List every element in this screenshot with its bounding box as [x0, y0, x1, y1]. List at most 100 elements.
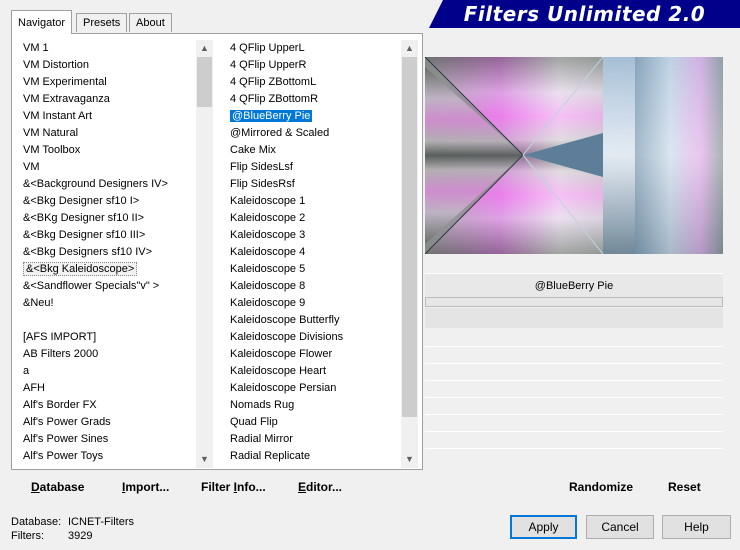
list-item[interactable]: Flip SidesRsf	[228, 176, 401, 193]
list-item[interactable]: Kaleidoscope 2	[228, 210, 401, 227]
filter-info-button[interactable]: Filter Info...	[201, 480, 266, 494]
list-item[interactable]: Alf's Power Sines	[21, 431, 196, 448]
tab-presets[interactable]: Presets	[76, 13, 128, 32]
list-item-label: Kaleidoscope Persian	[230, 382, 337, 394]
list-item[interactable]: 4 QFlip ZBottomR	[228, 91, 401, 108]
list-item[interactable]: &<Sandflower Specials"v" >	[21, 278, 196, 295]
list-item[interactable]: Flip SidesLsf	[228, 159, 401, 176]
list-item[interactable]: AB Filters 2000	[21, 346, 196, 363]
filters-count-value: 3929	[68, 530, 93, 542]
list-item[interactable]: Kaleidoscope 8	[228, 278, 401, 295]
parameter-area	[425, 307, 723, 468]
filter-scroll-thumb[interactable]	[402, 57, 417, 417]
cancel-button[interactable]: Cancel	[586, 515, 654, 539]
list-item[interactable]: &<Bkg Designers sf10 IV>	[21, 244, 196, 261]
list-item-label: Radial Replicate	[230, 450, 311, 462]
list-item[interactable]: @Mirrored & Scaled	[228, 125, 401, 142]
list-item[interactable]: Quad Flip	[228, 414, 401, 431]
category-scroll-thumb[interactable]	[197, 57, 212, 107]
parameter-divider	[425, 346, 723, 347]
list-item[interactable]: Alf's Border FX	[21, 397, 196, 414]
list-item-label: &<Bkg Designers sf10 IV>	[23, 246, 153, 258]
randomize-button[interactable]: Randomize	[569, 480, 633, 494]
database-value: ICNET-Filters	[68, 516, 134, 528]
list-item[interactable]: Nomads Rug	[228, 397, 401, 414]
list-item[interactable]: 4 QFlip ZBottomL	[228, 74, 401, 91]
category-list[interactable]: VM 1 VM Distortion VM Experimental VM Extra…	[21, 40, 196, 468]
list-item[interactable]: VM Toolbox	[21, 142, 196, 159]
list-item[interactable]: Kaleidoscope 5	[228, 261, 401, 278]
list-item[interactable]: VM Natural	[21, 125, 196, 142]
list-item[interactable]: &<Bkg Designer sf10 III>	[21, 227, 196, 244]
list-item[interactable]: Kaleidoscope 1	[228, 193, 401, 210]
list-item-label: Cake Mix	[230, 144, 276, 156]
list-item[interactable]: VM 1	[21, 40, 196, 57]
list-item-label: &<BKg Designer sf10 II>	[23, 212, 145, 224]
filter-list[interactable]: 4 QFlip UpperL 4 QFlip UpperR 4 QFlip ZBot…	[228, 40, 401, 468]
list-item[interactable]: AFH	[21, 380, 196, 397]
list-item[interactable]: Alf's Power Toys	[21, 448, 196, 465]
list-item[interactable]: Cake Mix	[228, 142, 401, 159]
list-item-label: VM	[23, 161, 40, 173]
list-item-label: VM Extravaganza	[23, 93, 110, 105]
list-item[interactable]: &<Background Designers IV>	[21, 176, 196, 193]
scroll-up-arrow-icon[interactable]: ▲	[196, 40, 213, 57]
scroll-up-arrow-icon[interactable]: ▲	[401, 40, 418, 57]
list-item[interactable]: VM Experimental	[21, 74, 196, 91]
editor-button[interactable]: Editor...	[298, 480, 342, 494]
list-item[interactable]: Kaleidoscope Butterfly	[228, 312, 401, 329]
list-item-label: 4 QFlip UpperL	[230, 42, 305, 54]
filter-scrollbar[interactable]: ▲ ▼	[401, 40, 418, 468]
list-item[interactable]: VM Instant Art	[21, 108, 196, 125]
list-item-label: &<Bkg Designer sf10 I>	[23, 195, 140, 207]
tab-navigator[interactable]: Navigator	[11, 10, 73, 34]
list-item-label: &<Bkg Designer sf10 III>	[23, 229, 146, 241]
database-label: Database:	[11, 516, 62, 528]
apply-button[interactable]: Apply	[510, 515, 577, 539]
list-item-label: 4 QFlip UpperR	[230, 59, 307, 71]
list-item[interactable]: Kaleidoscope Persian	[228, 380, 401, 397]
reset-button[interactable]: Reset	[668, 480, 701, 494]
list-item-label: Kaleidoscope Flower	[230, 348, 333, 360]
list-item-label: Nomads Rug	[230, 399, 295, 411]
list-item[interactable]: VM Distortion	[21, 57, 196, 74]
import-button[interactable]: Import...	[122, 480, 169, 494]
list-item-label: @BlueBerry Pie	[228, 109, 314, 123]
list-item-label: @Mirrored & Scaled	[230, 127, 330, 139]
list-item[interactable]: Kaleidoscope 9	[228, 295, 401, 312]
list-item[interactable]: @BlueBerry Pie	[228, 108, 401, 125]
list-item[interactable]: Kaleidoscope Heart	[228, 363, 401, 380]
list-item[interactable]: Radial Replicate	[228, 448, 401, 465]
scroll-down-arrow-icon[interactable]: ▼	[196, 451, 213, 468]
database-button[interactable]: Database	[31, 480, 84, 494]
list-item[interactable]: [AFS IMPORT]	[21, 329, 196, 346]
list-item-label: 4 QFlip ZBottomR	[230, 93, 319, 105]
selected-filter-name: @BlueBerry Pie	[425, 273, 723, 299]
list-item[interactable]: Kaleidoscope Flower	[228, 346, 401, 363]
list-item-label: VM Experimental	[23, 76, 107, 88]
list-item[interactable]	[21, 312, 196, 329]
list-item[interactable]: a	[21, 363, 196, 380]
scroll-down-arrow-icon[interactable]: ▼	[401, 451, 418, 468]
list-item[interactable]: Kaleidoscope 3	[228, 227, 401, 244]
list-item[interactable]: &<BKg Designer sf10 II>	[21, 210, 196, 227]
parameter-divider	[425, 431, 723, 432]
list-item[interactable]: 4 QFlip UpperL	[228, 40, 401, 57]
list-item[interactable]: VM	[21, 159, 196, 176]
list-item[interactable]: Alf's Power Grads	[21, 414, 196, 431]
list-item-label: Kaleidoscope Divisions	[230, 331, 344, 343]
list-item-label: Flip SidesLsf	[230, 161, 293, 173]
list-item[interactable]: &<Bkg Designer sf10 I>	[21, 193, 196, 210]
help-button[interactable]: Help	[662, 515, 731, 539]
list-item[interactable]: Radial Mirror	[228, 431, 401, 448]
list-item-label: Kaleidoscope 8	[230, 280, 306, 292]
list-item[interactable]: 4 QFlip UpperR	[228, 57, 401, 74]
category-scrollbar[interactable]: ▲ ▼	[196, 40, 213, 468]
list-item[interactable]: Kaleidoscope 4	[228, 244, 401, 261]
list-item[interactable]: &<Bkg Kaleidoscope>	[21, 261, 196, 278]
tab-about[interactable]: About	[129, 13, 172, 32]
list-item-label: Kaleidoscope Heart	[230, 365, 327, 377]
list-item[interactable]: VM Extravaganza	[21, 91, 196, 108]
list-item[interactable]: Kaleidoscope Divisions	[228, 329, 401, 346]
list-item[interactable]: &Neu!	[21, 295, 196, 312]
